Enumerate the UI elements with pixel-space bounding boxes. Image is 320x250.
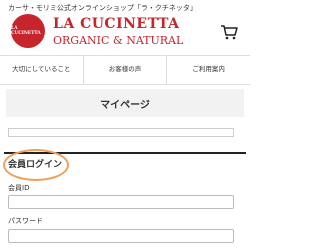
nav-item-customer-voice[interactable]: お客様の声 [84,56,168,84]
password-label: パスワード [8,217,43,225]
notice-box [8,128,234,137]
logo-badge[interactable]: LA CUCINETTA [11,14,45,48]
brand-name[interactable]: LA CUCINETTA [53,16,180,32]
main-nav: 大切にしていること お客様の声 ご利用案内 [0,55,250,85]
logo-text: LA CUCINETTA [11,26,41,36]
cart-icon[interactable] [220,24,238,40]
nav-item-philosophy[interactable]: 大切にしていること [0,56,84,84]
login-heading: 会員ログイン [8,160,63,170]
member-id-input[interactable] [8,195,234,209]
page-title: マイページ [100,99,150,111]
site-tagline: カーサ・モリミ公式オンラインショップ「ラ・クチネッタ」 [8,4,197,12]
brand-subtitle: ORGANIC & NATURAL [53,34,184,47]
member-id-label: 会員ID [8,184,30,192]
nav-item-guide[interactable]: ご利用案内 [167,56,250,84]
password-input[interactable] [8,229,234,243]
page-title-bar: マイページ [6,89,244,117]
